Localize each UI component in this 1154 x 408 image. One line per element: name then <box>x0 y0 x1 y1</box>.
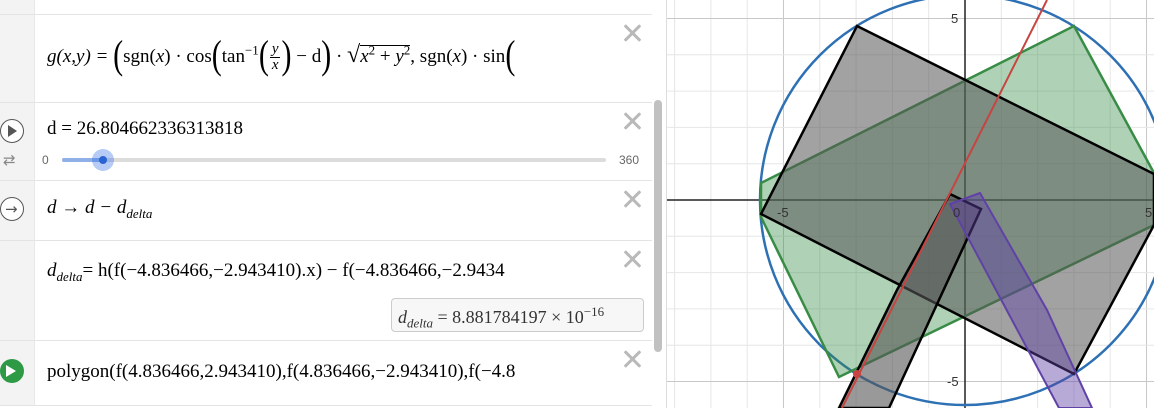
d-slider[interactable] <box>62 149 606 171</box>
run-action-button[interactable]: → <box>0 197 24 221</box>
var-x: x <box>452 46 461 67</box>
delta-sub: delta <box>56 268 83 284</box>
eval-var: d <box>398 307 407 327</box>
paren: ( <box>505 33 516 78</box>
paren: ) <box>281 33 292 78</box>
eval-exponent: −16 <box>583 304 605 319</box>
d-value[interactable]: d = 26.804662336313818 <box>47 118 243 140</box>
plus-op: + <box>379 46 391 67</box>
frac-den: x <box>271 57 279 74</box>
slider-min-label[interactable]: 0 <box>42 153 49 167</box>
comma: , <box>410 46 416 67</box>
sqrt-icon: √ <box>347 42 361 68</box>
d-delta-rhs: = h(f(−4.836466,−2.943410).x) − f(−4.836… <box>82 260 505 281</box>
delete-expression-button[interactable] <box>622 249 642 269</box>
y-tick-label: 5 <box>951 11 958 26</box>
expression-row-polygon[interactable]: polygon(f(4.836466,2.943410),f(4.836466,… <box>0 341 652 406</box>
delete-expression-button[interactable] <box>622 23 642 43</box>
g-definition: g(x,y) = <box>47 46 109 67</box>
play-icon <box>8 125 17 137</box>
expression-list-scrollbar[interactable] <box>654 100 662 352</box>
dot-op: · <box>175 46 182 67</box>
polygon-color-button[interactable] <box>0 359 24 383</box>
paren: ( <box>211 33 222 78</box>
slider-max-label[interactable]: 360 <box>619 153 639 167</box>
inverse-exp: −1 <box>244 42 259 58</box>
paren: ( <box>258 33 269 78</box>
x-tick-label: 5 <box>1145 205 1152 220</box>
var-x: x <box>155 46 165 67</box>
polygon-text: polygon(f(4.836466,2.943410),f(4.836466,… <box>47 361 516 382</box>
row-gutter <box>0 0 35 14</box>
expression-row-g[interactable]: g(x,y) = (sgn(x) · cos(tan−1(y x) − d) · … <box>0 15 652 103</box>
expression-list: g(x,y) = (sgn(x) · cos(tan−1(y x) − d) · … <box>0 0 667 408</box>
sin-func: sin <box>483 46 506 67</box>
x-tick-label: -5 <box>777 205 789 220</box>
paren: ) <box>321 33 332 78</box>
dot-op: · <box>335 46 343 67</box>
d-text: d = 26.804662336313818 <box>47 118 243 139</box>
tan-func: tan <box>221 46 245 67</box>
var-y: y <box>395 46 404 67</box>
slider-thumb[interactable] <box>91 149 114 171</box>
expression-g[interactable]: g(x,y) = (sgn(x) · cos(tan−1(y x) − d) · … <box>47 33 515 78</box>
graph-canvas[interactable]: -5 0 5 5 -5 <box>667 0 1154 408</box>
exponent: 2 <box>368 42 376 58</box>
action-text: d → d − d <box>47 197 127 218</box>
frac-num: y <box>269 41 281 59</box>
arrow-right-icon: → <box>5 200 18 218</box>
expression-row-action[interactable]: → d → d − ddelta <box>0 181 652 241</box>
intersection-point[interactable] <box>853 370 861 378</box>
y-tick-label: -5 <box>947 374 959 389</box>
cos-func: cos <box>186 46 212 67</box>
delete-expression-button[interactable] <box>622 349 642 369</box>
polygon-expression[interactable]: polygon(f(4.836466,2.943410),f(4.836466,… <box>47 361 515 383</box>
delete-expression-button[interactable] <box>622 189 642 209</box>
d-var: d <box>47 260 57 281</box>
graph-svg[interactable]: -5 0 5 5 -5 <box>667 0 1154 408</box>
sgn-func: sgn <box>419 46 447 67</box>
action-expression[interactable]: d → d − ddelta <box>47 197 152 222</box>
loop-icon[interactable]: ⇄ <box>3 151 16 169</box>
row-gutter <box>0 241 35 340</box>
paren: ( <box>113 33 124 78</box>
eval-value: = 8.881784197 × 10 <box>437 307 584 327</box>
minus-d: − d <box>296 46 322 67</box>
row-gutter <box>0 15 35 102</box>
expression-row-partial <box>0 0 652 15</box>
sqrt-body: x2 + y2 <box>360 42 411 67</box>
var-x: x <box>360 46 369 67</box>
delta-sub: delta <box>126 205 153 221</box>
sgn-func: sgn <box>123 46 150 67</box>
delete-expression-button[interactable] <box>622 111 642 131</box>
y-over-x: yx <box>269 41 281 74</box>
evaluation-result: ddelta = 8.881784197 × 10−16 <box>391 298 644 332</box>
play-slider-button[interactable] <box>0 119 24 143</box>
eval-sub: delta <box>407 315 433 331</box>
dot-op: · <box>472 46 479 67</box>
play-icon <box>6 365 16 377</box>
d-delta-expression[interactable]: ddelta= h(f(−4.836466,−2.943410).x) − f(… <box>47 260 505 285</box>
x-tick-label: 0 <box>953 205 960 220</box>
